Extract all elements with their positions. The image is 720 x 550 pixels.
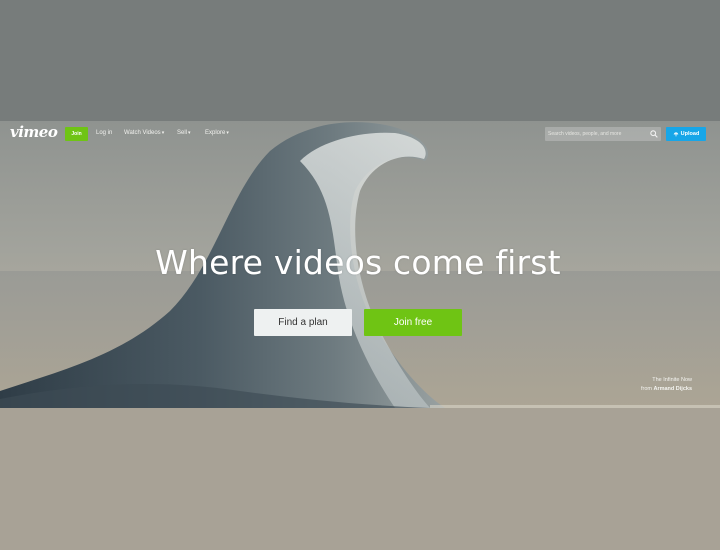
credit-author-line: from Armand Dijcks (641, 385, 692, 394)
bottom-letterbox (0, 408, 720, 550)
top-navigation: vimeo Join Log in Watch Videos▾ Sell▾ Ex… (0, 121, 720, 147)
join-button[interactable]: Join (65, 127, 88, 141)
hero-headline: Where videos come first (155, 243, 561, 282)
login-link[interactable]: Log in (96, 130, 112, 136)
nav-sell[interactable]: Sell▾ (177, 130, 191, 136)
chevron-down-icon: ▾ (188, 130, 191, 136)
search-input[interactable] (548, 127, 646, 141)
upload-button[interactable]: Upload (666, 127, 706, 141)
video-credit: The Infinite Now from Armand Dijcks (641, 376, 692, 394)
upload-label: Upload (680, 131, 700, 137)
search-box[interactable] (545, 127, 661, 141)
credit-title[interactable]: The Infinite Now (641, 376, 692, 385)
nav-watch-videos-label: Watch Videos (124, 130, 161, 136)
nav-sell-label: Sell (177, 130, 188, 136)
nav-explore-label: Explore (205, 130, 226, 136)
search-icon[interactable] (650, 130, 658, 138)
credit-author[interactable]: Armand Dijcks (653, 386, 692, 392)
top-letterbox (0, 0, 720, 121)
nav-explore[interactable]: Explore▾ (205, 130, 229, 136)
join-free-button[interactable]: Join free (364, 309, 462, 336)
credit-by: from (640, 386, 652, 392)
vimeo-logo[interactable]: vimeo (10, 123, 58, 141)
nav-watch-videos[interactable]: Watch Videos▾ (124, 130, 164, 136)
chevron-down-icon: ▾ (161, 130, 165, 136)
find-plan-button[interactable]: Find a plan (254, 309, 352, 336)
chevron-down-icon: ▾ (226, 130, 229, 136)
hero-section: vimeo Join Log in Watch Videos▾ Sell▾ Ex… (0, 121, 720, 408)
upload-icon (673, 132, 678, 137)
